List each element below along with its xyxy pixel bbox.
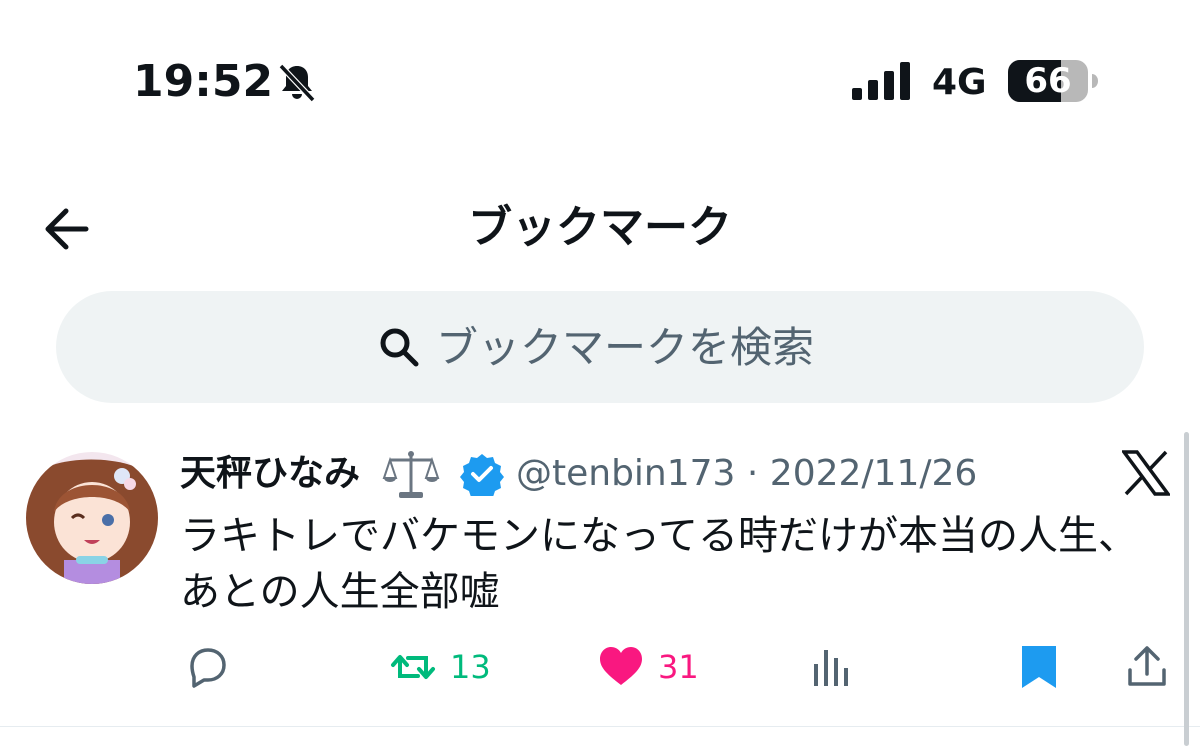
share-icon[interactable]	[1124, 644, 1170, 690]
signal-icon	[852, 62, 910, 100]
x-logo-icon	[1122, 450, 1170, 496]
page-title: ブックマーク	[468, 202, 732, 253]
retweet-icon[interactable]	[390, 644, 436, 690]
display-name[interactable]: 天秤ひなみ	[180, 446, 360, 502]
reply-icon[interactable]	[184, 644, 230, 690]
scrollbar[interactable]	[1184, 432, 1189, 746]
back-arrow-icon[interactable]	[40, 203, 92, 255]
like-count: 31	[658, 648, 699, 686]
tweet-text: ラキトレでバケモンになってる時だけが本当の人生、あとの人生全部嘘	[180, 513, 1138, 615]
like-icon[interactable]	[598, 644, 644, 690]
balance-scale-icon	[382, 451, 440, 498]
status-time: 19:52	[133, 56, 274, 107]
retweet-count: 13	[450, 648, 491, 686]
search-placeholder: ブックマークを検索	[436, 323, 815, 372]
bell-slash-icon	[278, 63, 316, 103]
battery-level: 66	[1024, 61, 1072, 101]
verified-badge-icon	[460, 454, 504, 496]
avatar[interactable]	[26, 452, 158, 584]
tweet-divider	[0, 726, 1200, 727]
bookmark-icon[interactable]	[1016, 644, 1062, 690]
search-icon	[380, 328, 419, 367]
avatar-image	[26, 452, 158, 584]
handle-and-date[interactable]: @tenbin173 · 2022/11/26	[516, 446, 977, 502]
views-icon[interactable]	[808, 644, 854, 690]
network-type: 4G	[932, 62, 987, 103]
